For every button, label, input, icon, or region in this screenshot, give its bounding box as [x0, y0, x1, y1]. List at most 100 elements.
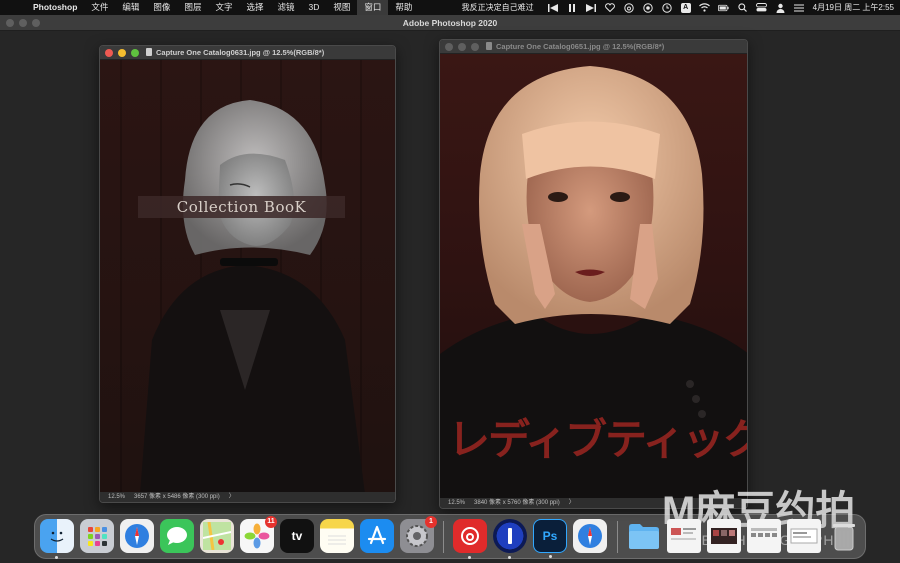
dock-photoshop[interactable]: Ps [533, 519, 567, 558]
collection-book-overlay: Collection BooK [138, 196, 345, 218]
dock-trash[interactable] [827, 519, 861, 553]
app-title: Adobe Photoshop 2020 [402, 18, 498, 28]
heart-icon[interactable] [605, 2, 616, 13]
folder-icon [629, 524, 659, 549]
now-playing-title[interactable]: 我反正决定自己难过 [462, 2, 534, 13]
canvas-left[interactable]: Collection BooK [100, 60, 395, 492]
document-window-left[interactable]: Capture One Catalog0631.jpg @ 12.5%(RGB/… [99, 45, 396, 503]
dock-notes[interactable] [320, 519, 354, 553]
search-icon[interactable] [737, 2, 748, 13]
dock-downloads-folder[interactable] [627, 519, 661, 553]
document-title-text-left: Capture One Catalog0631.jpg @ 12.5%(RGB/… [156, 48, 325, 57]
app-menu[interactable]: Photoshop [26, 0, 84, 15]
doc-right-close-button[interactable] [445, 43, 453, 51]
doc-right-minimize-button[interactable] [458, 43, 466, 51]
dock-safari[interactable] [120, 519, 154, 553]
doc-right-zoom-button[interactable] [471, 43, 479, 51]
statusbar-left: 12.5% 3657 像素 x 5486 像素 (300 ppi) 〉 [100, 492, 395, 502]
finder-icon [50, 531, 64, 542]
doc-left-minimize-button[interactable] [118, 49, 126, 57]
menu-image[interactable]: 图像 [146, 0, 177, 15]
dock-apple-tv[interactable]: tv [280, 519, 314, 553]
netease-icon[interactable] [624, 2, 635, 13]
system-preferences-badge: 1 [425, 516, 437, 528]
document-window-right[interactable]: Capture One Catalog0651.jpg @ 12.5%(RGB/… [439, 39, 748, 509]
record-icon[interactable] [643, 2, 654, 13]
document-titlebar-left[interactable]: Capture One Catalog0631.jpg @ 12.5%(RGB/… [100, 46, 395, 60]
dock-recent-doc-1[interactable] [667, 519, 701, 553]
menu-type[interactable]: 文字 [208, 0, 239, 15]
doc-left-close-button[interactable] [105, 49, 113, 57]
next-icon[interactable] [586, 2, 597, 13]
dock-1password[interactable] [493, 519, 527, 559]
canvas-right[interactable]: レディブティック [440, 54, 747, 498]
dock-recent-doc-4[interactable] [787, 519, 821, 553]
input-a-icon[interactable]: A [680, 2, 691, 13]
netease-music-icon [461, 527, 479, 545]
trash-icon [833, 524, 855, 551]
app-title-bar: Adobe Photoshop 2020 [0, 15, 900, 31]
dock: 11 tv 1 Ps [34, 514, 866, 559]
menu-file[interactable]: 文件 [84, 0, 115, 15]
dock-separator [617, 521, 618, 553]
document-title-right: Capture One Catalog0651.jpg @ 12.5%(RGB/… [486, 40, 664, 54]
zoom-level-left[interactable]: 12.5% [108, 494, 125, 500]
dock-maps[interactable] [200, 519, 234, 553]
previous-icon[interactable] [548, 2, 559, 13]
status-arrow-left[interactable]: 〉 [229, 494, 235, 500]
document-info-right: 3840 像素 x 5760 像素 (300 ppi) [474, 500, 560, 506]
dock-launchpad[interactable] [80, 519, 114, 553]
doc-left-zoom-button[interactable] [131, 49, 139, 57]
dock-safari-technology[interactable] [573, 519, 607, 553]
person-icon[interactable] [775, 2, 786, 13]
clock-icon[interactable] [662, 2, 673, 13]
dock-recent-doc-2[interactable] [707, 519, 741, 553]
battery-icon[interactable] [717, 2, 729, 13]
dock-photos[interactable]: 11 [240, 516, 277, 553]
photoshop-label: Ps [542, 529, 558, 543]
menu-filter[interactable]: 滤镜 [270, 0, 301, 15]
menu-3d[interactable]: 3D [302, 0, 327, 15]
document-thumbnail-icon [671, 528, 696, 540]
dock-finder[interactable] [40, 519, 74, 559]
document-thumbnail-icon [790, 528, 818, 544]
wifi-icon[interactable] [698, 2, 710, 13]
dock-recent-doc-3[interactable] [747, 519, 781, 553]
gear-icon [406, 525, 428, 547]
dock-system-preferences[interactable]: 1 [400, 516, 437, 553]
document-info-left: 3657 像素 x 5486 像素 (300 ppi) [134, 494, 220, 500]
menu-extra-icon[interactable] [794, 2, 805, 13]
control-center-icon[interactable] [755, 2, 767, 13]
safari-icon [125, 524, 149, 548]
photo-left: Collection BooK [100, 60, 395, 492]
zoom-level-right[interactable]: 12.5% [448, 500, 465, 506]
photo-right: レディブティック [440, 54, 747, 498]
menu-select[interactable]: 选择 [239, 0, 270, 15]
file-icon [486, 42, 492, 50]
menu-view[interactable]: 视图 [326, 0, 357, 15]
dock-app-store[interactable] [360, 519, 394, 553]
pause-icon[interactable] [567, 2, 578, 13]
menu-window[interactable]: 窗口 [357, 0, 389, 15]
launchpad-icon [88, 527, 107, 546]
menu-layer[interactable]: 图层 [177, 0, 208, 15]
menu-help[interactable]: 帮助 [388, 0, 419, 15]
document-titlebar-right[interactable]: Capture One Catalog0651.jpg @ 12.5%(RGB/… [440, 40, 747, 54]
apple-tv-label: tv [291, 529, 303, 543]
compass-icon [578, 524, 602, 548]
dock-separator [443, 521, 444, 553]
portrait-left-image [140, 100, 365, 492]
dock-messages[interactable] [160, 519, 194, 553]
document-thumbnail-icon [711, 528, 737, 544]
file-icon [146, 48, 152, 56]
statusbar-right: 12.5% 3840 像素 x 5760 像素 (300 ppi) 〉 [440, 498, 747, 508]
1password-icon [508, 528, 512, 544]
messages-icon [167, 527, 187, 545]
menu-edit[interactable]: 编辑 [115, 0, 146, 15]
dock-netease-music[interactable] [453, 519, 487, 559]
menubar-datetime[interactable]: 4月19日 周二 上午2:55 [813, 2, 894, 13]
magazine-cover-title: レディブティック [448, 415, 747, 464]
photos-icon [244, 523, 270, 549]
maps-icon [203, 522, 231, 550]
status-arrow-right[interactable]: 〉 [569, 500, 575, 506]
